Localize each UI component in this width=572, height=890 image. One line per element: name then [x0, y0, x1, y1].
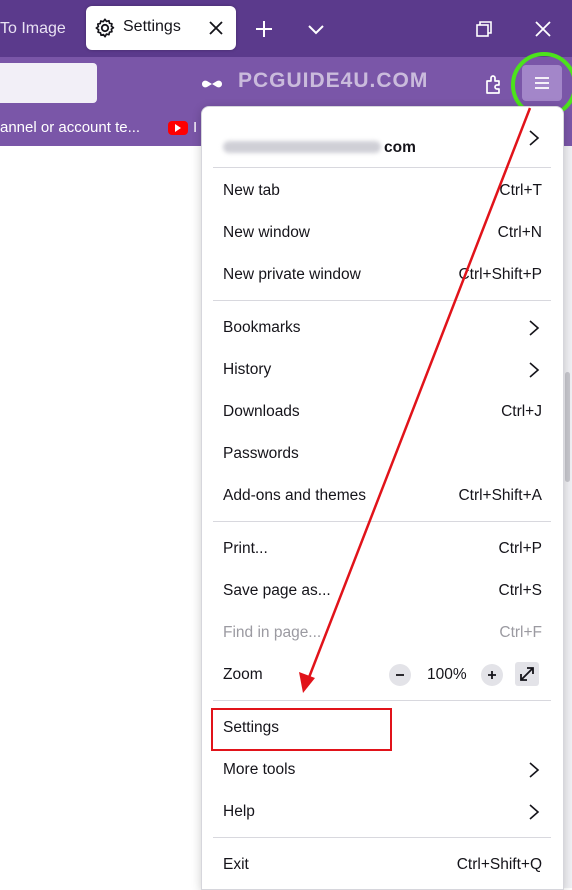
- close-icon[interactable]: [206, 18, 226, 38]
- tab-bar: To Image Settings: [0, 0, 572, 57]
- menu-item-history[interactable]: History: [203, 350, 562, 390]
- plus-icon[interactable]: [252, 17, 276, 41]
- menu-item-label: New private window: [223, 266, 361, 283]
- menu-item-label: Zoom: [223, 666, 263, 683]
- tab-settings-label: Settings: [123, 18, 181, 35]
- menu-item-label: Downloads: [223, 403, 300, 420]
- chevron-down-icon[interactable]: [304, 17, 328, 41]
- menu-item-shortcut: Ctrl+Shift+A: [458, 487, 542, 504]
- menu-separator: [213, 521, 551, 522]
- menu-item-label: Save page as...: [223, 582, 331, 599]
- scrollbar-track[interactable]: [563, 146, 572, 888]
- chevron-right-icon: [529, 362, 540, 378]
- menu-item-bookmarks[interactable]: Bookmarks: [203, 308, 562, 348]
- account-email-redacted: [223, 141, 381, 153]
- fullscreen-icon: [520, 667, 534, 681]
- menu-separator: [213, 700, 551, 701]
- menu-item-label: Add-ons and themes: [223, 487, 367, 504]
- window-close-icon[interactable]: [531, 17, 555, 41]
- menu-separator: [213, 300, 551, 301]
- fullscreen-button[interactable]: [515, 662, 539, 686]
- menu-item-shortcut: Ctrl+T: [499, 182, 542, 199]
- tab-settings[interactable]: Settings: [86, 6, 236, 50]
- menu-item-label: New window: [223, 224, 311, 241]
- scrollbar-thumb[interactable]: [565, 372, 570, 482]
- menu-item-addons-themes[interactable]: Add-ons and themes Ctrl+Shift+A: [203, 476, 562, 516]
- menu-item-label: Exit: [223, 856, 249, 873]
- zoom-level[interactable]: 100%: [427, 666, 467, 684]
- menu-item-more-tools[interactable]: More tools: [203, 750, 562, 790]
- menu-item-exit[interactable]: Exit Ctrl+Shift+Q: [203, 845, 562, 885]
- account-email-suffix: com: [384, 139, 416, 156]
- menu-item-label: Help: [223, 803, 255, 820]
- menu-item-label: New tab: [223, 182, 280, 199]
- chevron-right-icon: [529, 804, 540, 820]
- menu-item-shortcut: Ctrl+N: [497, 224, 542, 241]
- menu-item-find-in-page: Find in page... Ctrl+F: [203, 613, 562, 653]
- tab-inactive-label: To Image: [0, 20, 66, 37]
- menu-item-shortcut: Ctrl+Shift+P: [458, 266, 542, 283]
- menu-item-new-tab[interactable]: New tab Ctrl+T: [203, 171, 562, 211]
- zoom-in-button[interactable]: [481, 664, 503, 686]
- zoom-out-button[interactable]: [389, 664, 411, 686]
- menu-item-downloads[interactable]: Downloads Ctrl+J: [203, 392, 562, 432]
- app-menu: com New tab Ctrl+T New window Ctrl+N New…: [201, 106, 564, 890]
- tab-inactive[interactable]: To Image: [0, 12, 66, 46]
- menu-item-shortcut: Ctrl+F: [499, 624, 542, 641]
- menu-item-label: History: [223, 361, 272, 378]
- menu-item-label: Print...: [223, 540, 268, 557]
- menu-item-print[interactable]: Print... Ctrl+P: [203, 529, 562, 569]
- menu-item-label: Passwords: [223, 445, 299, 462]
- bookmark-item[interactable]: I: [193, 119, 197, 136]
- chevron-right-icon: [529, 320, 540, 336]
- menu-separator: [213, 167, 551, 168]
- menu-item-help[interactable]: Help: [203, 792, 562, 832]
- youtube-icon: [168, 121, 188, 135]
- nav-toolbar: PCGUIDE4U.COM: [0, 57, 572, 111]
- menu-item-save-page[interactable]: Save page as... Ctrl+S: [203, 571, 562, 611]
- menu-item-new-window[interactable]: New window Ctrl+N: [203, 213, 562, 253]
- menu-item-zoom: Zoom 100%: [203, 655, 562, 695]
- watermark: PCGUIDE4U.COM: [238, 69, 429, 92]
- chevron-right-icon: [529, 762, 540, 778]
- mask-icon[interactable]: [200, 72, 224, 96]
- menu-item-label: More tools: [223, 761, 296, 778]
- menu-separator: [213, 837, 551, 838]
- gear-icon: [95, 18, 115, 38]
- puzzle-icon[interactable]: [482, 72, 506, 96]
- menu-item-passwords[interactable]: Passwords: [203, 434, 562, 474]
- menu-item-shortcut: Ctrl+S: [498, 582, 543, 599]
- menu-item-shortcut: Ctrl+Shift+Q: [456, 856, 542, 873]
- menu-item-label: Bookmarks: [223, 319, 301, 336]
- menu-item-shortcut: Ctrl+P: [498, 540, 543, 557]
- url-bar[interactable]: [0, 63, 97, 103]
- bookmark-item[interactable]: annel or account te...: [0, 119, 140, 136]
- restore-icon[interactable]: [472, 17, 496, 41]
- chevron-right-icon: [529, 130, 540, 146]
- settings-highlight-box: [211, 708, 392, 751]
- menu-item-label: Find in page...: [223, 624, 322, 641]
- account-item[interactable]: com: [203, 117, 562, 159]
- minus-icon: [396, 674, 404, 676]
- menu-item-new-private-window[interactable]: New private window Ctrl+Shift+P: [203, 255, 562, 295]
- menu-item-shortcut: Ctrl+J: [501, 403, 542, 420]
- plus-icon: [488, 671, 496, 679]
